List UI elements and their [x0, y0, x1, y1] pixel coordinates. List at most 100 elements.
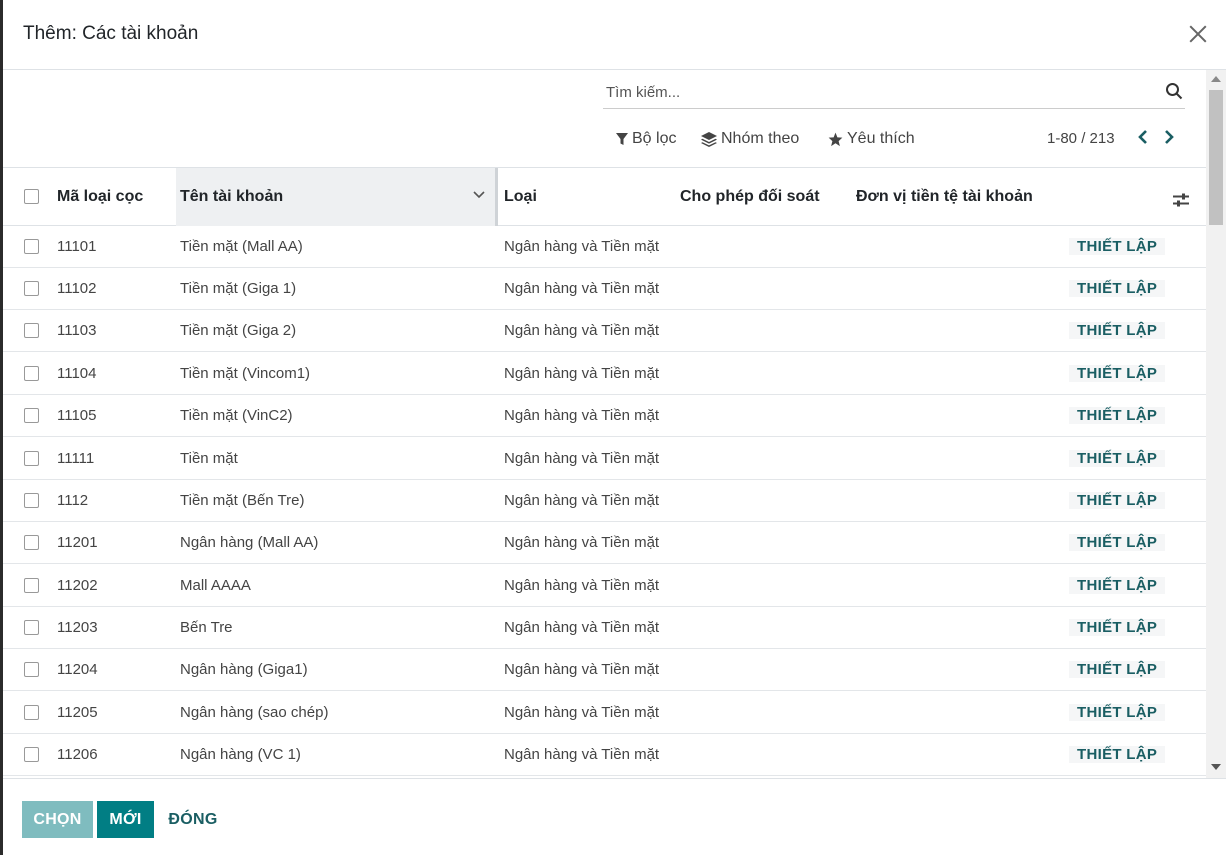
cell-code: 11206: [57, 746, 98, 763]
setup-button[interactable]: THIẾT LẬP: [1069, 577, 1166, 594]
row-checkbox[interactable]: [24, 366, 39, 381]
close-button[interactable]: ĐÓNG: [160, 801, 226, 838]
row-checkbox[interactable]: [24, 323, 39, 338]
search-input[interactable]: [603, 78, 1143, 106]
cell-code: 11204: [57, 661, 98, 678]
favorites-label: Yêu thích: [847, 130, 915, 147]
cell-code: 11104: [57, 365, 97, 382]
setup-button[interactable]: THIẾT LẬP: [1069, 534, 1166, 551]
setup-button[interactable]: THIẾT LẬP: [1069, 280, 1166, 297]
scroll-down-arrow-icon[interactable]: [1211, 764, 1221, 770]
setup-button[interactable]: THIẾT LẬP: [1069, 365, 1166, 382]
search-bar: [603, 78, 1185, 109]
setup-button[interactable]: THIẾT LẬP: [1069, 492, 1166, 509]
close-icon[interactable]: [1186, 22, 1210, 46]
select-all-checkbox[interactable]: [24, 189, 39, 204]
cell-type: Ngân hàng và Tiền mặt: [504, 704, 660, 721]
cell-type: Ngân hàng và Tiền mặt: [504, 280, 660, 297]
favorites-button[interactable]: Yêu thích: [828, 130, 915, 148]
table-row[interactable]: 11201 Ngân hàng (Mall AA) Ngân hàng và Tiề…: [3, 522, 1206, 564]
table-row[interactable]: 11205 Ngân hàng (sao chép) Ngân hàng và Ti…: [3, 692, 1206, 734]
table-row[interactable]: 11202 Mall AAAA Ngân hàng và Tiền mặt THIẾT…: [3, 565, 1206, 607]
cell-name: Tiền mặt (Bến Tre): [180, 492, 305, 509]
cell-type: Ngân hàng và Tiền mặt: [504, 661, 660, 678]
setup-button[interactable]: THIẾT LẬP: [1069, 619, 1166, 636]
row-checkbox[interactable]: [24, 535, 39, 550]
table-row[interactable]: 11101 Tiền mặt (Mall AA) Ngân hàng và Tiền…: [3, 226, 1206, 268]
dialog-footer: CHỌN MỚI ĐÓNG: [3, 778, 1226, 855]
search-icon[interactable]: [1165, 82, 1183, 100]
table-row[interactable]: 11204 Ngân hàng (Giga1) Ngân hàng và Tiền …: [3, 649, 1206, 691]
dialog-title: Thêm: Các tài khoản: [23, 23, 199, 44]
cell-type: Ngân hàng và Tiền mặt: [504, 407, 660, 424]
cell-name: Tiền mặt (Giga 2): [180, 322, 297, 339]
cell-code: 11201: [57, 534, 98, 551]
scrollbar[interactable]: [1206, 70, 1226, 778]
setup-button[interactable]: THIẾT LẬP: [1069, 661, 1166, 678]
cell-code: 1112: [57, 492, 89, 509]
setup-button[interactable]: THIẾT LẬP: [1069, 238, 1166, 255]
layers-icon: [701, 131, 717, 147]
cell-name: Ngân hàng (sao chép): [180, 704, 329, 721]
table-row[interactable]: 11104 Tiền mặt (Vincom1) Ngân hàng và Tiền…: [3, 353, 1206, 395]
table-row[interactable]: 11103 Tiền mặt (Giga 2) Ngân hàng và Tiền …: [3, 310, 1206, 352]
column-name[interactable]: Tên tài khoản: [180, 188, 283, 206]
setup-button[interactable]: THIẾT LẬP: [1069, 746, 1166, 763]
row-checkbox[interactable]: [24, 408, 39, 423]
filter-button[interactable]: Bộ lọc: [616, 130, 676, 148]
setup-button[interactable]: THIẾT LẬP: [1069, 322, 1166, 339]
cell-name: Tiền mặt (Giga 1): [180, 280, 297, 297]
cell-type: Ngân hàng và Tiền mặt: [504, 619, 660, 636]
table-row[interactable]: 11105 Tiền mặt (VinC2) Ngân hàng và Tiền m…: [3, 395, 1206, 437]
row-checkbox[interactable]: [24, 620, 39, 635]
row-checkbox[interactable]: [24, 662, 39, 677]
row-checkbox[interactable]: [24, 705, 39, 720]
cell-type: Ngân hàng và Tiền mặt: [504, 492, 660, 509]
cell-code: 11105: [57, 407, 97, 424]
table-row[interactable]: 11203 Bến Tre Ngân hàng và Tiền mặt THIẾT L…: [3, 607, 1206, 649]
star-icon: [828, 132, 843, 146]
table-row[interactable]: 1112 Tiền mặt (Bến Tre) Ngân hàng và Tiền …: [3, 480, 1206, 522]
table-row[interactable]: 11206 Ngân hàng (VC 1) Ngân hàng và Tiền m…: [3, 734, 1206, 776]
group-by-label: Nhóm theo: [721, 130, 800, 147]
cell-name: Tiền mặt (Mall AA): [180, 238, 303, 255]
scroll-thumb[interactable]: [1209, 90, 1223, 225]
chevron-left-icon[interactable]: [1134, 127, 1152, 147]
row-checkbox[interactable]: [24, 239, 39, 254]
cell-name: Tiền mặt (VinC2): [180, 407, 293, 424]
dialog-header: Thêm: Các tài khoản: [3, 0, 1226, 70]
row-checkbox[interactable]: [24, 451, 39, 466]
table-row[interactable]: 11111 Tiền mặt Ngân hàng và Tiền mặt THIẾT …: [3, 438, 1206, 480]
group-by-button[interactable]: Nhóm theo: [701, 130, 799, 148]
cell-code: 11205: [57, 704, 98, 721]
optional-columns-icon[interactable]: [1172, 192, 1190, 208]
cell-type: Ngân hàng và Tiền mặt: [504, 577, 660, 594]
chevron-right-icon[interactable]: [1160, 127, 1178, 147]
column-currency[interactable]: Đơn vị tiền tệ tài khoản: [856, 188, 1033, 206]
column-code[interactable]: Mã loại cọc: [57, 188, 143, 206]
sort-chevron-down-icon[interactable]: [472, 190, 486, 200]
row-checkbox[interactable]: [24, 578, 39, 593]
table-row[interactable]: 11102 Tiền mặt (Giga 1) Ngân hàng và Tiền …: [3, 268, 1206, 310]
column-resize-handle[interactable]: [495, 168, 498, 226]
setup-button[interactable]: THIẾT LẬP: [1069, 450, 1166, 467]
select-button[interactable]: CHỌN: [22, 801, 93, 838]
cell-code: 11111: [57, 450, 95, 467]
pager-value[interactable]: 1-80 / 213: [1047, 130, 1115, 147]
cell-name: Tiền mặt (Vincom1): [180, 365, 311, 382]
filter-label: Bộ lọc: [632, 130, 677, 147]
column-reconcile[interactable]: Cho phép đối soát: [680, 188, 820, 206]
new-button[interactable]: MỚI: [97, 801, 154, 838]
scroll-up-arrow-icon[interactable]: [1211, 76, 1221, 82]
row-checkbox[interactable]: [24, 493, 39, 508]
setup-button[interactable]: THIẾT LẬP: [1069, 407, 1166, 424]
cell-name: Ngân hàng (VC 1): [180, 746, 301, 763]
add-accounts-dialog: Thêm: Các tài khoản Bộ lọc Nhóm theo: [3, 0, 1226, 855]
row-checkbox[interactable]: [24, 281, 39, 296]
cell-type: Ngân hàng và Tiền mặt: [504, 450, 660, 467]
setup-button[interactable]: THIẾT LẬP: [1069, 704, 1166, 721]
column-type[interactable]: Loại: [504, 188, 537, 206]
cell-name: Ngân hàng (Giga1): [180, 661, 308, 678]
cell-name: Mall AAAA: [180, 577, 251, 594]
row-checkbox[interactable]: [24, 747, 39, 762]
